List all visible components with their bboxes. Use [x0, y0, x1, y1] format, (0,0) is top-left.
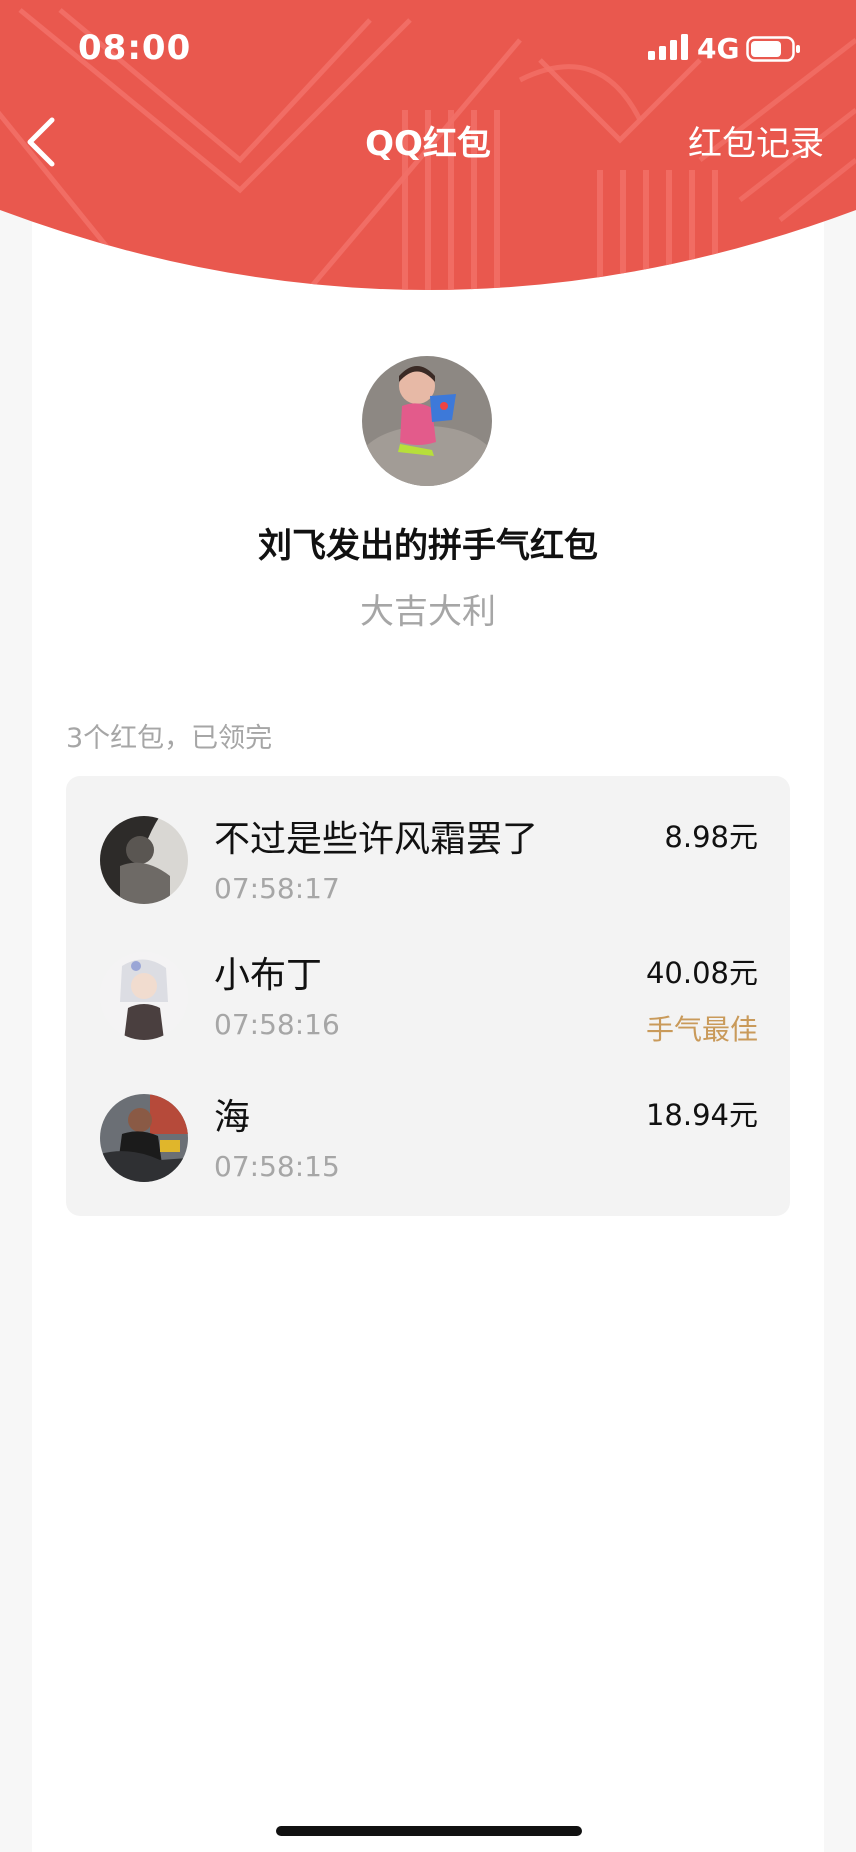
- avatar[interactable]: [100, 816, 188, 904]
- claim-time: 07:58:15: [214, 1150, 340, 1183]
- claim-summary: 3个红包，已领完: [66, 723, 273, 754]
- sender-title: 刘飞发出的拼手气红包: [258, 526, 598, 566]
- recipient-name: 小布丁: [214, 955, 323, 996]
- list-item[interactable]: 不过是些许风霜罢了 07:58:17 8.98元: [66, 776, 790, 916]
- status-bar: 08:00 4G: [0, 0, 856, 96]
- header: 08:00 4G QQ红包 红包记录: [0, 0, 856, 300]
- signal-bars-icon: [648, 34, 688, 60]
- recipient-name: 不过是些许风霜罢了: [214, 819, 539, 860]
- battery-icon: [746, 36, 800, 62]
- network-type: 4G: [697, 32, 740, 65]
- red-packet-records-link[interactable]: 红包记录: [688, 116, 824, 165]
- claim-time: 07:58:16: [214, 1008, 340, 1041]
- list-item[interactable]: 海 07:58:15 18.94元: [66, 1054, 790, 1194]
- sender-avatar[interactable]: [362, 356, 492, 486]
- claim-time: 07:58:17: [214, 872, 340, 905]
- greeting-message: 大吉大利: [360, 592, 496, 632]
- avatar[interactable]: [100, 952, 188, 1040]
- avatar[interactable]: [100, 1094, 188, 1182]
- recipient-name: 海: [214, 1097, 251, 1138]
- claim-amount: 8.98元: [664, 820, 758, 854]
- best-luck-badge: 手气最佳: [645, 1013, 758, 1046]
- claim-amount: 40.08元: [645, 956, 758, 990]
- list-item[interactable]: 小布丁 07:58:16 40.08元 手气最佳: [66, 912, 790, 1052]
- nav-bar: QQ红包 红包记录: [0, 100, 856, 180]
- home-indicator[interactable]: [276, 1826, 582, 1836]
- claim-amount: 18.94元: [645, 1098, 758, 1132]
- status-time: 08:00: [78, 28, 192, 68]
- recipient-list: 不过是些许风霜罢了 07:58:17 8.98元 小布丁 07:58:16 40…: [66, 776, 790, 1216]
